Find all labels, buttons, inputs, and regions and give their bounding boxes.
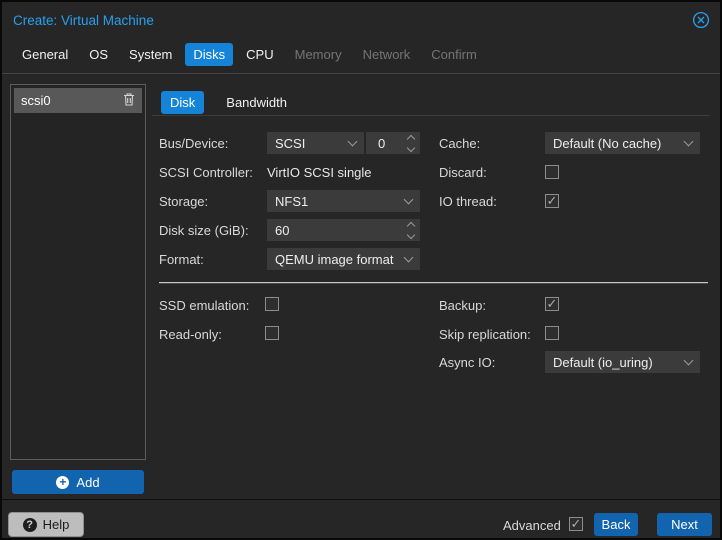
tab-disks[interactable]: Disks xyxy=(185,43,234,66)
backup-checkbox[interactable] xyxy=(545,297,559,311)
bus-select-value: SCSI xyxy=(275,135,306,151)
panel-top-divider xyxy=(2,73,720,74)
scsi-controller-value: VirtIO SCSI single xyxy=(267,165,372,180)
spinner-arrows-icon[interactable] xyxy=(406,134,416,153)
format-select[interactable]: QEMU image format xyxy=(267,248,420,270)
wizard-tabs: General OS System Disks CPU Memory Netwo… xyxy=(14,43,485,66)
disk-item-label: scsi0 xyxy=(21,93,51,108)
ssd-emulation-label: SSD emulation: xyxy=(159,298,250,313)
chevron-down-icon xyxy=(403,252,414,263)
advanced-checkbox[interactable] xyxy=(569,517,583,531)
tab-memory: Memory xyxy=(294,47,342,62)
read-only-label: Read-only: xyxy=(159,327,222,342)
device-number-value: 0 xyxy=(378,135,386,151)
io-thread-checkbox[interactable] xyxy=(545,194,559,208)
advanced-section-divider xyxy=(159,282,708,283)
async-io-label: Async IO: xyxy=(439,355,496,370)
tab-system[interactable]: System xyxy=(121,43,180,66)
disk-size-value: 60 xyxy=(275,222,290,238)
format-select-value: QEMU image format xyxy=(275,251,394,267)
disk-size-label: Disk size (GiB): xyxy=(159,223,249,238)
add-disk-button[interactable]: + Add xyxy=(12,470,144,494)
disk-list: scsi0 xyxy=(10,84,146,460)
disk-list-item-scsi0[interactable]: scsi0 xyxy=(14,88,142,113)
backup-label: Backup: xyxy=(439,298,486,313)
disk-size-spinner[interactable]: 60 xyxy=(267,219,420,241)
close-icon[interactable] xyxy=(692,11,710,29)
format-label: Format: xyxy=(159,252,204,267)
chevron-down-icon xyxy=(683,355,694,366)
read-only-checkbox[interactable] xyxy=(265,326,279,340)
dialog-title: Create: Virtual Machine xyxy=(13,13,154,28)
storage-label: Storage: xyxy=(159,194,209,209)
trash-icon[interactable] xyxy=(123,92,135,109)
io-thread-label: IO thread: xyxy=(439,194,497,209)
disk-subtabs: Disk Bandwidth xyxy=(161,91,296,114)
tab-general[interactable]: General xyxy=(14,43,76,66)
scsi-controller-label: SCSI Controller: xyxy=(159,165,253,180)
cache-label: Cache: xyxy=(439,136,481,151)
chevron-down-icon xyxy=(403,194,414,205)
async-io-select-value: Default (io_uring) xyxy=(553,354,653,370)
storage-select-value: NFS1 xyxy=(275,193,309,209)
next-button[interactable]: Next xyxy=(657,513,712,536)
footer-divider xyxy=(2,499,720,500)
storage-select[interactable]: NFS1 xyxy=(267,190,420,212)
chevron-down-icon xyxy=(683,136,694,147)
spinner-arrows-icon[interactable] xyxy=(406,221,416,240)
cache-select-value: Default (No cache) xyxy=(553,135,662,151)
back-button[interactable]: Back xyxy=(594,513,638,536)
cache-select[interactable]: Default (No cache) xyxy=(545,132,700,154)
help-button-label: Help xyxy=(42,517,70,532)
chevron-down-icon xyxy=(347,136,358,147)
tab-os[interactable]: OS xyxy=(81,43,116,66)
advanced-label: Advanced xyxy=(503,518,561,533)
bus-select[interactable]: SCSI xyxy=(267,132,364,154)
create-vm-dialog: Create: Virtual Machine General OS Syste… xyxy=(0,0,722,540)
subtab-divider xyxy=(152,115,710,116)
add-disk-label: Add xyxy=(76,474,100,490)
skip-replication-label: Skip replication: xyxy=(439,327,531,342)
discard-checkbox[interactable] xyxy=(545,165,559,179)
device-number-spinner[interactable]: 0 xyxy=(366,132,420,154)
tab-confirm: Confirm xyxy=(431,47,477,62)
help-button[interactable]: ? Help xyxy=(8,512,84,537)
discard-label: Discard: xyxy=(439,165,487,180)
ssd-emulation-checkbox[interactable] xyxy=(265,297,279,311)
tab-bandwidth[interactable]: Bandwidth xyxy=(217,91,296,114)
tab-cpu[interactable]: CPU xyxy=(238,43,281,66)
plus-circle-icon: + xyxy=(56,475,70,489)
bus-device-label: Bus/Device: xyxy=(159,136,229,151)
async-io-select[interactable]: Default (io_uring) xyxy=(545,351,700,373)
question-circle-icon: ? xyxy=(22,517,37,532)
skip-replication-checkbox[interactable] xyxy=(545,326,559,340)
tab-disk[interactable]: Disk xyxy=(161,91,205,114)
tab-network: Network xyxy=(362,47,411,62)
